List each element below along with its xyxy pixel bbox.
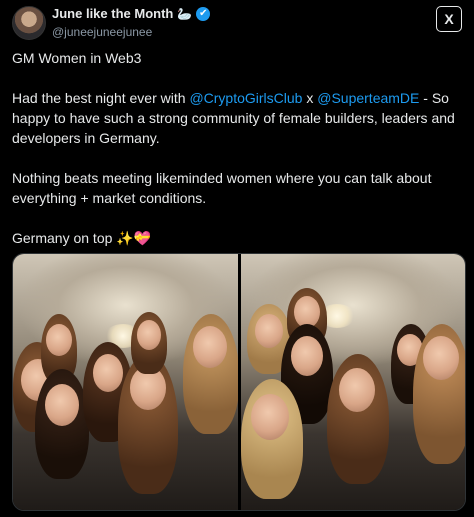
mention-link-cryptogirlsclub[interactable]: @CryptoGirlsClub — [189, 90, 302, 106]
avatar[interactable] — [12, 6, 46, 40]
tweet-paragraph-2: Had the best night ever with @CryptoGirl… — [12, 88, 464, 148]
tweet-text-segment: Had the best night ever with — [12, 90, 190, 106]
author-handle[interactable]: @juneejuneejunee — [52, 25, 152, 39]
tweet-card: June like the Month 🦢 ✔ @juneejuneejunee… — [0, 0, 474, 517]
tweet-text: GM Women in Web3 Had the best night ever… — [12, 48, 464, 248]
swan-emoji: 🦢 — [177, 6, 193, 21]
tweet-paragraph-4: Germany on top ✨💝 — [12, 230, 152, 246]
tweet-paragraph-3: Nothing beats meeting likeminded women w… — [12, 170, 432, 206]
verified-badge-icon: ✔ — [196, 6, 211, 21]
group-photo-left[interactable] — [13, 254, 238, 510]
group-photo-right[interactable] — [240, 254, 465, 510]
media-grid — [12, 253, 466, 511]
author-name-row: June like the Month 🦢 ✔ — [52, 6, 211, 21]
author-display-name[interactable]: June like the Month — [52, 6, 173, 21]
x-logo-icon[interactable]: X — [436, 6, 462, 32]
tweet-text-segment: x — [302, 90, 318, 106]
mention-link-superteamde[interactable]: @SuperteamDE — [317, 90, 419, 106]
tweet-line-1: GM Women in Web3 — [12, 50, 142, 66]
